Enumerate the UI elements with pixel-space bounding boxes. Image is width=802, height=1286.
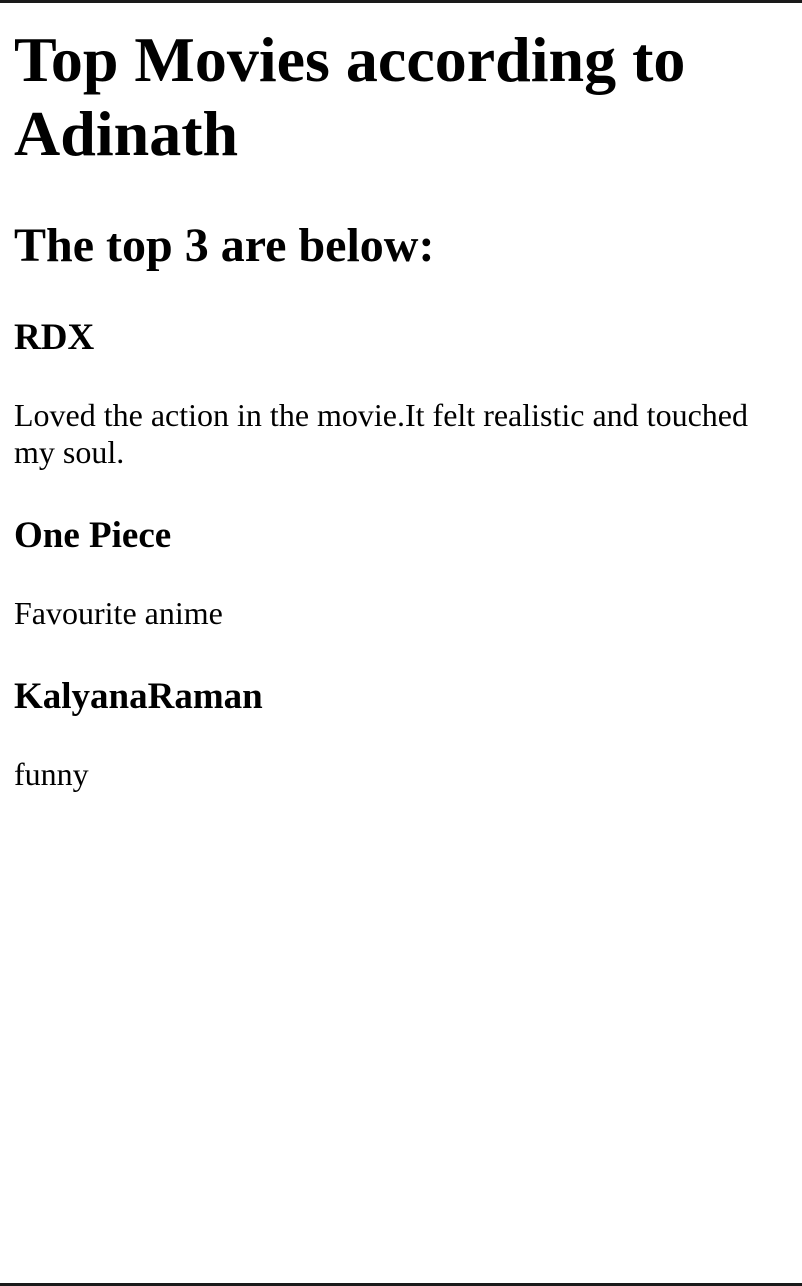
movie-entry-rdx: RDX Loved the action in the movie.It fel… [14,317,788,471]
movie-title: One Piece [14,515,172,556]
movie-review: funny [14,756,89,792]
page-content: Top Movies according to Adinath The top … [0,3,802,793]
movie-title: KalyanaRaman [14,676,263,717]
page-title: Top Movies according to Adinath [14,24,686,169]
movie-title: RDX [14,317,95,358]
movie-review: Loved the action in the movie.It felt re… [14,397,748,470]
movie-entry-one-piece: One Piece Favourite anime [14,515,788,632]
movie-review: Favourite anime [14,595,223,631]
page-subtitle: The top 3 are below: [14,219,435,272]
movie-entry-kalyanaraman: KalyanaRaman funny [14,676,788,793]
